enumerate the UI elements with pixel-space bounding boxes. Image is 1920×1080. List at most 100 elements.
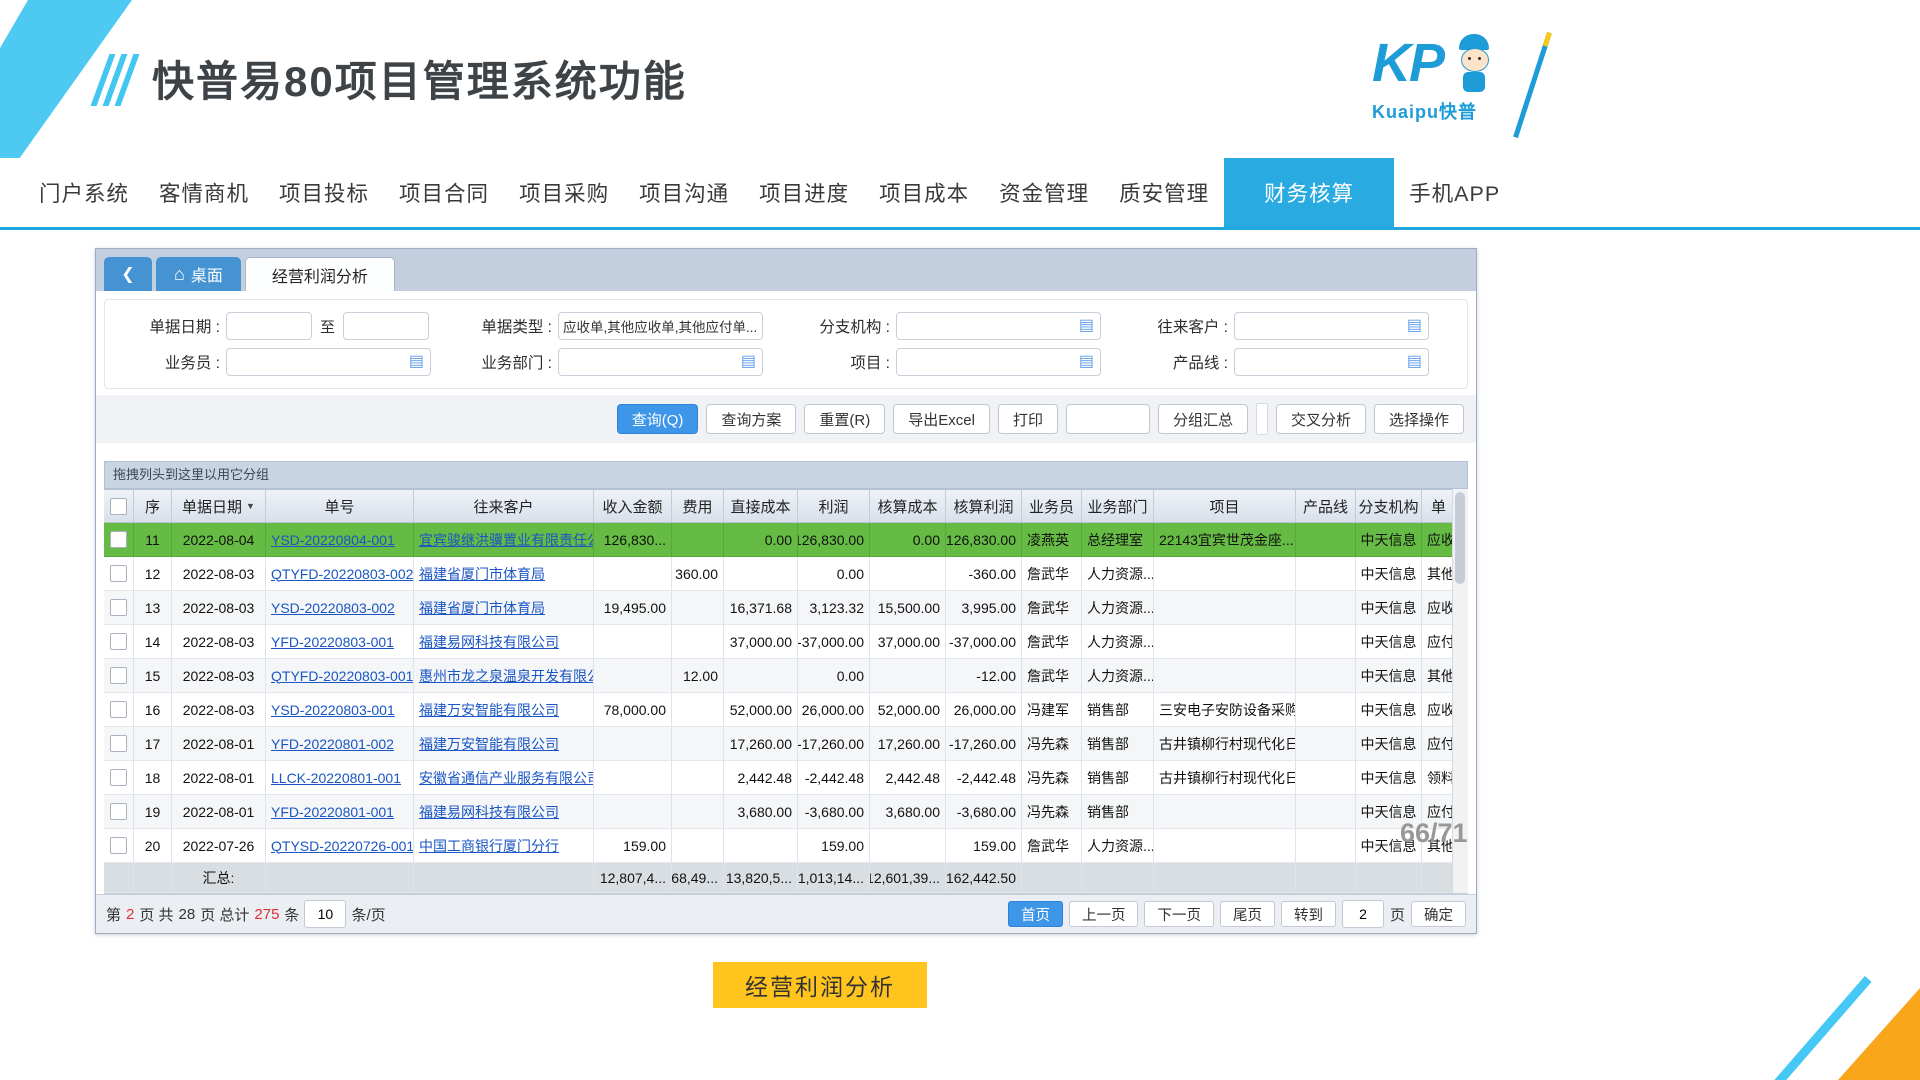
doc_no-link[interactable]: YFD-20220803-001: [271, 634, 394, 650]
customer-link[interactable]: 福建省厦门市体育局: [419, 598, 545, 618]
table-row[interactable]: 142022-08-03YFD-20220803-001福建易网科技有限公司37…: [104, 625, 1452, 659]
toolbar-button[interactable]: 打印: [998, 404, 1058, 434]
doc_no-link[interactable]: YFD-20220801-001: [271, 804, 394, 820]
customer-link[interactable]: 福建万安智能有限公司: [419, 700, 559, 720]
column-header-doc_type[interactable]: 单: [1422, 490, 1452, 522]
table-row[interactable]: 202022-07-26QTYSD-20220726-001中国工商银行厦门分行…: [104, 829, 1452, 863]
customer-link[interactable]: 中国工商银行厦门分行: [419, 836, 559, 856]
customer-link[interactable]: 安徽省通信产业服务有限公司: [419, 768, 594, 788]
toolbar-button[interactable]: 交叉分析: [1276, 404, 1366, 434]
filter-input[interactable]: ▤: [1234, 348, 1429, 376]
column-header-calc_profit[interactable]: 核算利润: [946, 490, 1022, 522]
column-header-profit[interactable]: 利润: [798, 490, 870, 522]
table-row[interactable]: 122022-08-03QTYFD-20220803-002福建省厦门市体育局3…: [104, 557, 1452, 591]
pagination-button[interactable]: 转到: [1281, 901, 1336, 927]
nav-item[interactable]: 门户系统: [24, 158, 144, 227]
nav-item[interactable]: 项目成本: [864, 158, 984, 227]
doc_no-link[interactable]: YFD-20220801-002: [271, 736, 394, 752]
doc_no-link[interactable]: QTYSD-20220726-001: [271, 838, 414, 854]
table-row[interactable]: 112022-08-04YSD-20220804-001宜宾骏继洪骥置业有限责任…: [104, 523, 1452, 557]
select-all-checkbox[interactable]: [110, 498, 127, 515]
column-header-salesperson[interactable]: 业务员: [1022, 490, 1082, 522]
nav-item[interactable]: 质安管理: [1104, 158, 1224, 227]
table-row[interactable]: 132022-08-03YSD-20220803-002福建省厦门市体育局19,…: [104, 591, 1452, 625]
customer-link[interactable]: 福建易网科技有限公司: [419, 632, 559, 652]
column-header-date[interactable]: 单据日期▼: [172, 490, 266, 522]
doc_no-link[interactable]: YSD-20220804-001: [271, 532, 395, 548]
table-row[interactable]: 162022-08-03YSD-20220803-001福建万安智能有限公司78…: [104, 693, 1452, 727]
filter-input[interactable]: [226, 312, 312, 340]
list-lookup-icon[interactable]: ▤: [1079, 318, 1094, 334]
group-by-bar[interactable]: 拖拽列头到这里以用它分组: [104, 461, 1468, 489]
toolbar-blank-box[interactable]: [1066, 404, 1150, 434]
nav-item[interactable]: 项目投标: [264, 158, 384, 227]
list-lookup-icon[interactable]: ▤: [1079, 354, 1094, 370]
nav-item[interactable]: 财务核算: [1224, 158, 1394, 227]
column-header-check[interactable]: [104, 490, 134, 522]
toolbar-button[interactable]: 重置(R): [804, 404, 885, 434]
pagination-button[interactable]: 上一页: [1069, 901, 1139, 927]
customer-link[interactable]: 福建易网科技有限公司: [419, 802, 559, 822]
column-header-doc_no[interactable]: 单号: [266, 490, 414, 522]
toolbar-button[interactable]: 查询方案: [706, 404, 796, 434]
filter-input[interactable]: ▤: [558, 348, 763, 376]
filter-input[interactable]: ▤: [226, 348, 431, 376]
nav-item[interactable]: 项目采购: [504, 158, 624, 227]
doc_no-link[interactable]: QTYFD-20220803-002: [271, 566, 413, 582]
column-header-direct_cost[interactable]: 直接成本: [724, 490, 798, 522]
table-row[interactable]: 192022-08-01YFD-20220801-001福建易网科技有限公司3,…: [104, 795, 1452, 829]
row-checkbox[interactable]: [110, 701, 127, 718]
filter-input[interactable]: 应收单,其他应收单,其他应付单...: [558, 312, 763, 340]
column-header-project[interactable]: 项目: [1154, 490, 1296, 522]
toolbar-button[interactable]: 选择操作: [1374, 404, 1464, 434]
pagination-button[interactable]: 下一页: [1144, 901, 1214, 927]
customer-link[interactable]: 福建万安智能有限公司: [419, 734, 559, 754]
table-row[interactable]: 152022-08-03QTYFD-20220803-001惠州市龙之泉温泉开发…: [104, 659, 1452, 693]
toolbar-button[interactable]: 分组汇总: [1158, 404, 1248, 434]
pagination-button[interactable]: 尾页: [1220, 901, 1275, 927]
table-row[interactable]: 172022-08-01YFD-20220801-002福建万安智能有限公司17…: [104, 727, 1452, 761]
list-lookup-icon[interactable]: ▤: [741, 354, 756, 370]
column-header-income[interactable]: 收入金额: [594, 490, 672, 522]
nav-item[interactable]: 项目沟通: [624, 158, 744, 227]
back-button[interactable]: ❮: [104, 257, 152, 291]
list-lookup-icon[interactable]: ▤: [1407, 318, 1422, 334]
row-checkbox[interactable]: [110, 565, 127, 582]
row-checkbox[interactable]: [110, 633, 127, 650]
filter-input[interactable]: ▤: [896, 348, 1101, 376]
toolbar-button[interactable]: 导出Excel: [893, 404, 990, 434]
column-header-fee[interactable]: 费用: [672, 490, 724, 522]
list-lookup-icon[interactable]: ▤: [1407, 354, 1422, 370]
row-checkbox[interactable]: [110, 769, 127, 786]
doc_no-link[interactable]: YSD-20220803-001: [271, 702, 395, 718]
filter-input[interactable]: ▤: [1234, 312, 1429, 340]
nav-item[interactable]: 项目进度: [744, 158, 864, 227]
nav-item[interactable]: 资金管理: [984, 158, 1104, 227]
page-size-input[interactable]: [304, 900, 346, 928]
column-header-seq[interactable]: 序: [134, 490, 172, 522]
customer-link[interactable]: 惠州市龙之泉温泉开发有限公...: [419, 666, 594, 686]
row-checkbox[interactable]: [110, 599, 127, 616]
tab-desktop[interactable]: ⌂ 桌面: [156, 257, 241, 291]
table-row[interactable]: 182022-08-01LLCK-20220801-001安徽省通信产业服务有限…: [104, 761, 1452, 795]
column-header-dept[interactable]: 业务部门: [1082, 490, 1154, 522]
column-header-calc_cost[interactable]: 核算成本: [870, 490, 946, 522]
toolbar-button[interactable]: 查询(Q): [617, 404, 699, 434]
nav-item[interactable]: 手机APP: [1394, 158, 1515, 227]
row-checkbox[interactable]: [110, 667, 127, 684]
sort-icon[interactable]: ▼: [246, 501, 255, 511]
row-checkbox[interactable]: [110, 837, 127, 854]
confirm-button[interactable]: 确定: [1411, 901, 1466, 927]
nav-item[interactable]: 客情商机: [144, 158, 264, 227]
doc_no-link[interactable]: QTYFD-20220803-001: [271, 668, 413, 684]
nav-item[interactable]: 项目合同: [384, 158, 504, 227]
column-header-branch[interactable]: 分支机构: [1356, 490, 1422, 522]
tab-profit-analysis[interactable]: 经营利润分析: [245, 257, 395, 291]
filter-input[interactable]: ▤: [896, 312, 1101, 340]
list-lookup-icon[interactable]: ▤: [409, 354, 424, 370]
column-header-product_line[interactable]: 产品线: [1296, 490, 1356, 522]
customer-link[interactable]: 宜宾骏继洪骥置业有限责任公...: [419, 530, 594, 550]
goto-page-input[interactable]: [1342, 900, 1384, 928]
scrollbar-thumb[interactable]: [1455, 492, 1465, 584]
row-checkbox[interactable]: [110, 735, 127, 752]
